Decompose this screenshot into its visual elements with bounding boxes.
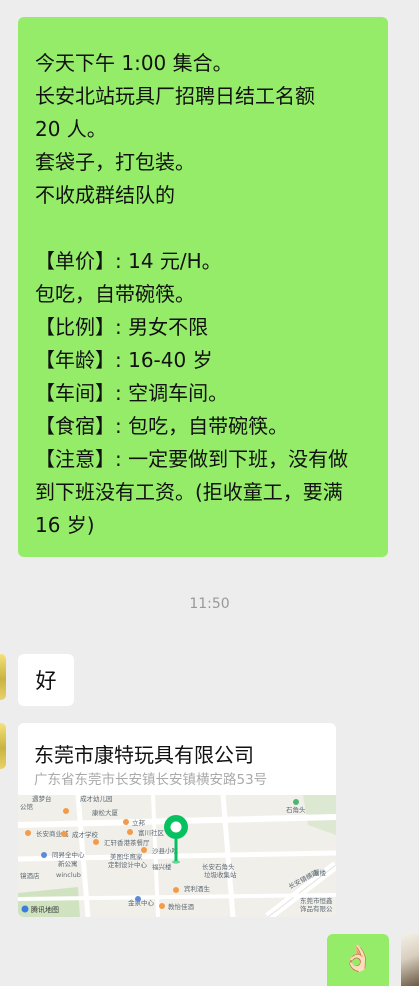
map-label: 石角头 — [286, 805, 306, 814]
message-line: 【注意】: 一定要做到下班，没有做 — [35, 447, 349, 471]
map-label: 美图华鹰家 — [110, 852, 143, 861]
map-label: 定制设计中心 — [108, 860, 148, 869]
chat-window: 今天下午 1:00 集合。 长安北站玩具厂招聘日结工名额 20 人。 套袋子，打… — [0, 0, 419, 986]
message-line: 包吃，自带碗筷。 — [35, 282, 195, 306]
map-label: 镜酒店 — [20, 871, 40, 880]
message-line: 长安北站玩具厂招聘日结工名额 — [35, 84, 315, 108]
location-card[interactable]: 东莞市康特玩具有限公司 广东省东莞市长安镇长安镇横安路53号 遇梦台 成才幼儿园… — [18, 723, 336, 917]
map-label: 饰品有限公 — [300, 904, 333, 913]
message-line: 【车间】: 空调车间。 — [35, 381, 229, 405]
map-label: 教怡佳酒 — [168, 902, 195, 911]
message-bubble-recruitment[interactable]: 今天下午 1:00 集合。 长安北站玩具厂招聘日结工名额 20 人。 套袋子，打… — [18, 17, 388, 557]
map-label: winclub — [56, 871, 81, 879]
svg-text:腾讯地图: 腾讯地图 — [31, 905, 59, 914]
message-line: 20 人。 — [35, 117, 107, 141]
map-label: 富川社区 — [138, 828, 165, 837]
message-line: 不收成群结队的 — [35, 183, 175, 207]
location-address: 广东省东莞市长安镇长安镇横安路53号 — [34, 772, 268, 788]
message-line: 【年龄】: 16-40 岁 — [35, 348, 213, 372]
map-label: 遇梦台 — [32, 795, 52, 803]
message-bubble-emoji[interactable]: 👌🏻 — [327, 934, 389, 986]
map-label: 福兴楼 — [152, 862, 172, 871]
message-timestamp: 11:50 — [189, 596, 230, 612]
map-label: 成才学校 — [72, 830, 99, 839]
map-label: 汇轩香港茶餐厅 — [104, 838, 150, 847]
location-title: 东莞市康特玩具有限公司 — [34, 743, 254, 767]
map-label: 宾利酒生 — [184, 884, 211, 893]
map-label: 垃圾收集站 — [204, 870, 237, 879]
message-line: 【单价】: 14 元/H。 — [35, 249, 222, 273]
message-line: 【食宿】: 包吃，自带碗筷。 — [35, 414, 289, 438]
ok-hand-emoji: 👌🏻 — [341, 944, 375, 974]
map-label: 立邦 — [132, 818, 146, 827]
map-label: 康松大厦 — [92, 808, 119, 817]
contact-avatar[interactable] — [0, 654, 6, 700]
map-label: 东莞市恒鑫 — [300, 896, 333, 905]
message-line: 今天下午 1:00 集合。 — [35, 51, 233, 75]
map-label: 新公寓 — [58, 859, 78, 868]
message-line: 16 岁) — [35, 513, 95, 537]
message-bubble-reply[interactable]: 好 — [18, 654, 74, 706]
location-map[interactable]: 遇梦台 成才幼儿园 石角头 公馆 康松大厦 长安商业城 立邦 成才学校 富川社区… — [18, 795, 336, 917]
map-label: 同昇全中心 — [52, 850, 85, 859]
map-label: 成才幼儿园 — [80, 795, 113, 803]
reply-text: 好 — [35, 669, 57, 693]
map-label: 公馆 — [20, 802, 34, 811]
self-avatar[interactable] — [401, 934, 419, 986]
message-line: 【比例】: 男女不限 — [35, 315, 209, 339]
message-line: 到下班没有工资。(拒收童工，要满 — [35, 480, 343, 504]
map-label: 长安石角头 — [202, 862, 235, 871]
contact-avatar[interactable] — [0, 723, 6, 769]
map-label: 金泉中心 — [128, 898, 155, 907]
message-line: 套袋子，打包装。 — [35, 150, 195, 174]
